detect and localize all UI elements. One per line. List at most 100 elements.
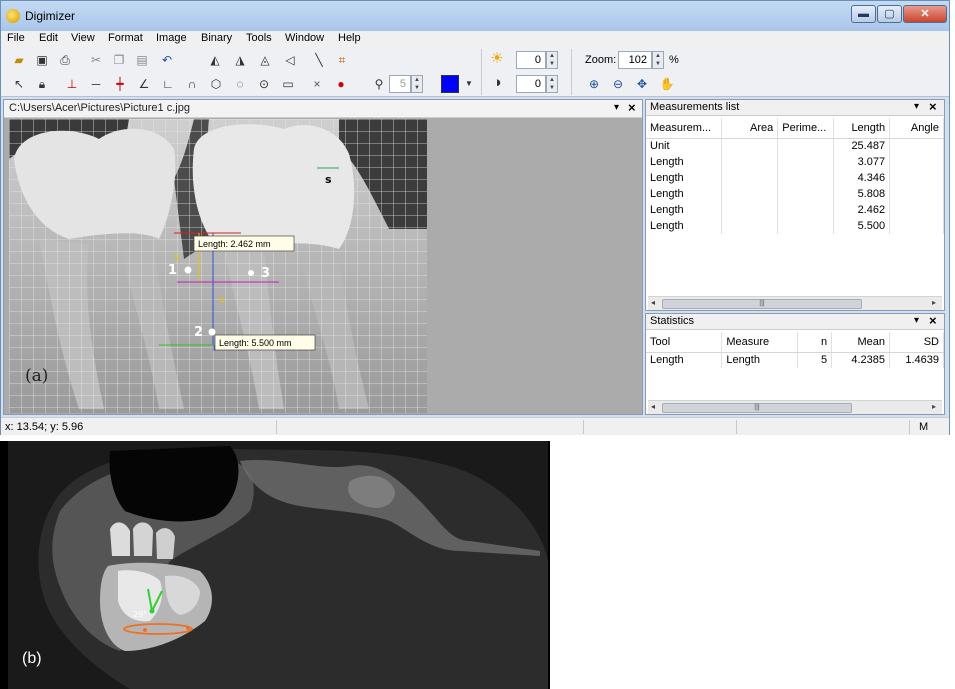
menu-tools[interactable]: Tools <box>246 32 272 44</box>
status-separator <box>736 420 737 434</box>
table-row[interactable]: Length 5.500 <box>646 218 944 234</box>
contrast-stepper[interactable]: ▲ ▼ <box>546 75 558 93</box>
column-header[interactable]: Angle <box>889 118 944 139</box>
menu-image[interactable]: Image <box>156 32 187 44</box>
table-row[interactable]: Length 3.077 <box>646 154 944 170</box>
window-title: Digimizer <box>25 9 76 23</box>
point-label-1: 1 <box>168 263 177 278</box>
cross-tool-icon[interactable]: × <box>309 76 325 92</box>
dot-tool-icon[interactable]: ● <box>333 76 349 92</box>
zoom-out-icon[interactable]: ⊖ <box>610 76 626 92</box>
menu-help[interactable]: Help <box>338 32 361 44</box>
column-header[interactable]: Perime... <box>777 118 835 139</box>
fit-icon[interactable]: ✥ <box>634 76 650 92</box>
copy-icon[interactable]: ❐ <box>111 52 127 68</box>
line-width-stepper[interactable]: ▲ ▼ <box>411 75 423 93</box>
pin-icon[interactable]: ▾ <box>614 102 619 113</box>
measurements-scrollbar[interactable]: ◂ ||| ▸ <box>648 296 942 310</box>
polygon-tool-icon[interactable]: ⬡ <box>208 76 224 92</box>
angle-tool-icon[interactable]: ∠ <box>136 76 152 92</box>
dental-xray-image[interactable]: Length: 2.462 mm Length: 5.500 mm 1 2 3 … <box>9 119 427 413</box>
table-row[interactable]: Unit 25.487 <box>646 138 944 154</box>
column-header[interactable]: Measurem... <box>646 118 723 139</box>
table-row[interactable]: Length 2.462 <box>646 202 944 218</box>
menu-bar: File Edit View Format Image Binary Tools… <box>1 31 949 47</box>
scroll-right-icon[interactable]: ▸ <box>932 298 936 307</box>
menu-edit[interactable]: Edit <box>39 32 58 44</box>
close-button[interactable]: ✕ <box>903 5 947 23</box>
column-header[interactable]: Tool <box>646 332 723 353</box>
color-dropdown-icon[interactable]: ▼ <box>461 76 477 92</box>
column-header[interactable]: Length <box>833 118 891 139</box>
polyline-tool-icon[interactable]: ┿ <box>112 76 128 92</box>
perpendicular-tool-icon[interactable]: ∟ <box>160 76 176 92</box>
menu-file[interactable]: File <box>7 32 25 44</box>
zoom-in-icon[interactable]: ⊕ <box>586 76 602 92</box>
point-circle-tool-icon[interactable]: ⊙ <box>256 76 272 92</box>
contrast-field[interactable]: 0 <box>516 75 546 93</box>
paste-icon[interactable]: ▤ <box>134 52 150 68</box>
open-icon[interactable]: ▰ <box>11 52 27 68</box>
calibrate-icon[interactable]: ╲ <box>311 52 327 68</box>
menu-format[interactable]: Format <box>108 32 143 44</box>
brightness-stepper[interactable]: ▲ ▼ <box>546 51 558 69</box>
close-pane-icon[interactable]: × <box>929 99 937 114</box>
flip-vertical-icon[interactable]: ◁ <box>282 52 298 68</box>
statistics-pane: Statistics ▾ × Tool Measure n Mean SD Le… <box>645 313 945 415</box>
measurements-header: Measurements list ▾ × <box>646 99 944 116</box>
scroll-left-icon[interactable]: ◂ <box>651 402 655 411</box>
pin-icon[interactable]: ▾ <box>914 101 919 112</box>
table-cell <box>777 218 835 234</box>
table-cell: Length <box>646 170 723 186</box>
status-separator <box>909 420 910 434</box>
close-pane-icon[interactable]: × <box>628 100 636 115</box>
brightness-field[interactable]: 0 <box>516 51 546 69</box>
pin-icon[interactable]: ▾ <box>914 315 919 326</box>
magic-wand-icon[interactable]: ⚲ <box>371 76 387 92</box>
statistics-scrollbar[interactable]: ◂ ||| ▸ <box>648 400 942 414</box>
column-header[interactable]: Measure <box>721 332 799 353</box>
undo-icon[interactable]: ↶ <box>159 52 175 68</box>
arc-tool-icon[interactable]: ∩ <box>184 76 200 92</box>
maximize-button[interactable]: ▢ <box>877 5 902 23</box>
line-width-field[interactable]: 5 <box>389 75 411 93</box>
column-header[interactable]: Mean <box>831 332 891 353</box>
zoom-stepper[interactable]: ▲ ▼ <box>652 51 664 69</box>
table-row[interactable]: Length 5.808 <box>646 186 944 202</box>
flip-horizontal-icon[interactable]: ◬ <box>257 52 273 68</box>
table-cell: 1.4639 <box>889 352 944 368</box>
crop-icon[interactable]: ⌗ <box>334 52 350 68</box>
scroll-thumb[interactable]: ||| <box>662 403 852 413</box>
column-header[interactable]: Area <box>721 118 779 139</box>
table-cell: Length <box>646 218 723 234</box>
line-tool-icon[interactable]: ─ <box>88 76 104 92</box>
minimize-button[interactable]: ▬ <box>851 5 876 23</box>
scroll-right-icon[interactable]: ▸ <box>932 402 936 411</box>
scroll-left-icon[interactable]: ◂ <box>651 298 655 307</box>
column-header[interactable]: SD <box>889 332 944 353</box>
rotate-left-icon[interactable]: ◭ <box>207 52 223 68</box>
menu-binary[interactable]: Binary <box>201 32 232 44</box>
cut-icon[interactable]: ✂ <box>88 52 104 68</box>
menu-window[interactable]: Window <box>285 32 324 44</box>
table-cell <box>777 170 835 186</box>
pan-hand-icon[interactable]: ✋ <box>659 76 675 92</box>
save-icon[interactable]: ▣ <box>34 52 50 68</box>
marker-tool-icon[interactable]: ⊥ <box>64 76 80 92</box>
lock-icon[interactable]: 🔒︎ <box>34 76 50 92</box>
menu-view[interactable]: View <box>71 32 95 44</box>
pointer-icon[interactable]: ↖ <box>11 76 27 92</box>
rotate-right-icon[interactable]: ◮ <box>232 52 248 68</box>
zoom-field[interactable]: 102 <box>618 51 652 69</box>
table-cell <box>721 186 779 202</box>
scroll-thumb[interactable]: ||| <box>662 299 862 309</box>
table-row[interactable]: Length 4.346 <box>646 170 944 186</box>
title-bar[interactable]: Digimizer ▬ ▢ ✕ <box>1 1 949 31</box>
color-swatch[interactable] <box>441 75 459 93</box>
circle-tool-icon[interactable]: ◌ <box>232 76 248 92</box>
column-header[interactable]: n <box>797 332 833 353</box>
print-icon[interactable]: ⎙ <box>57 52 73 68</box>
rectangle-tool-icon[interactable]: ▭ <box>280 76 296 92</box>
close-pane-icon[interactable]: × <box>929 313 937 328</box>
table-row[interactable]: Length Length 5 4.2385 1.4639 <box>646 352 944 368</box>
